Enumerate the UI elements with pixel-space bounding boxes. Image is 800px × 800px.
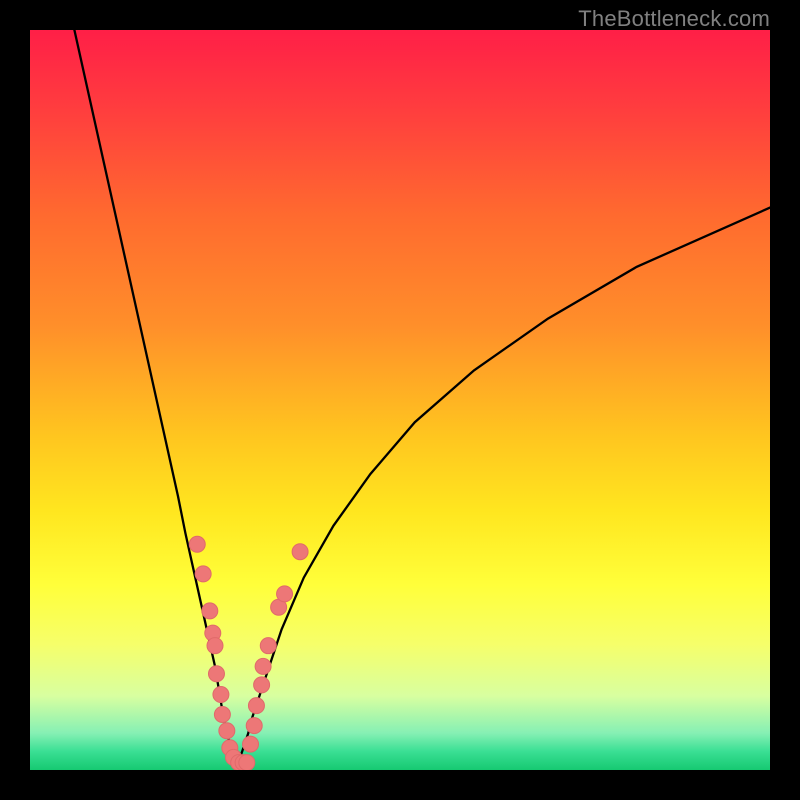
data-point	[208, 666, 224, 682]
data-point	[248, 698, 264, 714]
data-point	[255, 658, 271, 674]
data-point	[214, 707, 230, 723]
data-point	[277, 586, 293, 602]
bottleneck-curve-right	[237, 208, 770, 763]
data-point	[260, 638, 276, 654]
data-point	[189, 536, 205, 552]
plot-area	[30, 30, 770, 770]
data-point	[195, 566, 211, 582]
watermark-label: TheBottleneck.com	[578, 6, 770, 32]
data-point	[239, 755, 255, 770]
data-point	[254, 677, 270, 693]
data-point	[207, 638, 223, 654]
chart-frame: TheBottleneck.com	[0, 0, 800, 800]
data-point	[243, 736, 259, 752]
curve-layer	[30, 30, 770, 770]
data-point	[246, 718, 262, 734]
data-point	[219, 723, 235, 739]
data-point	[292, 544, 308, 560]
data-point	[213, 687, 229, 703]
data-point	[202, 603, 218, 619]
